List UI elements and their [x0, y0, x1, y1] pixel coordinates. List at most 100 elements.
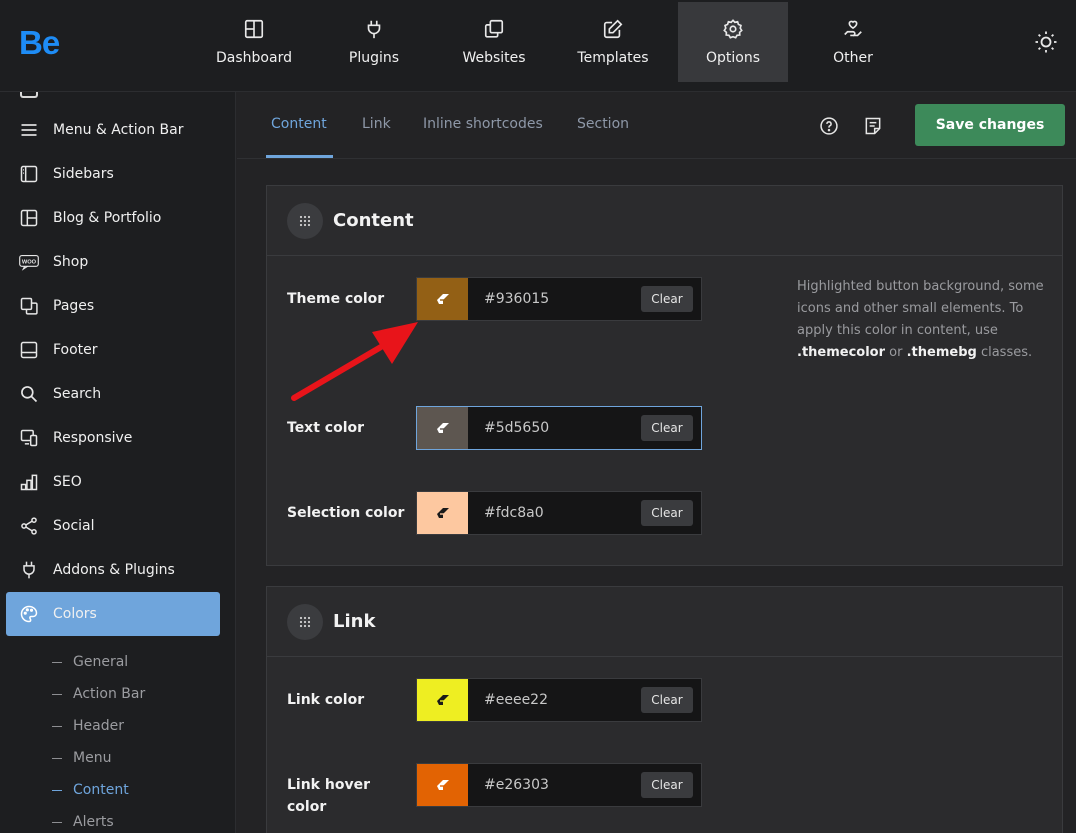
plug-icon: [18, 559, 40, 581]
menu-icon: [18, 119, 40, 141]
sidebar-item-seo[interactable]: SEO: [6, 460, 220, 504]
annotation-arrow: [291, 322, 418, 401]
eraser-icon: [436, 695, 449, 705]
subitem-label: Menu: [73, 750, 112, 766]
sidebar-item-label: Footer: [53, 342, 98, 358]
desc-text-end: classes.: [976, 345, 1033, 360]
nav-plugins[interactable]: Plugins: [319, 2, 429, 82]
sidebar-item-label: SEO: [53, 474, 82, 490]
sidebar-subitem-menu[interactable]: Menu: [52, 746, 111, 770]
link-hover-color-swatch[interactable]: [417, 764, 468, 806]
text-color-label: Text color: [287, 420, 365, 436]
text-color-clear-button[interactable]: Clear: [641, 415, 693, 441]
sidebar-item-addons-plugins[interactable]: Addons & Plugins: [6, 548, 220, 592]
share-icon: [18, 515, 40, 537]
nav-dashboard-label: Dashboard: [216, 50, 292, 66]
sidebar-item-responsive[interactable]: Responsive: [6, 416, 220, 460]
sidebar-item-pages[interactable]: Pages: [6, 284, 220, 328]
drag-handle-icon[interactable]: [287, 604, 323, 640]
eraser-icon: [436, 294, 449, 304]
tab-content[interactable]: Content: [271, 116, 327, 132]
text-color-field: Clear: [416, 406, 702, 450]
dash-marker: [52, 821, 62, 823]
help-icon[interactable]: [819, 116, 839, 136]
sidebar-item-menu-action-bar[interactable]: Menu & Action Bar: [6, 108, 220, 152]
template-icon: [603, 19, 623, 39]
nav-plugins-label: Plugins: [348, 50, 400, 66]
link-color-swatch[interactable]: [417, 679, 468, 721]
sidebar-subitem-content[interactable]: Content: [52, 778, 129, 802]
theme-color-clear-button[interactable]: Clear: [641, 286, 693, 312]
dash-marker: [52, 789, 62, 791]
notes-icon[interactable]: [863, 116, 883, 136]
nav-other-label: Other: [833, 50, 873, 66]
options-tab-header: Content Link Inline shortcodes Section S…: [237, 92, 1076, 159]
tab-section[interactable]: Section: [577, 116, 629, 132]
scrolled-item-icon: [20, 92, 38, 98]
active-tab-indicator: [266, 155, 333, 158]
link-panel: Link Link color Clear Link hover color C…: [266, 586, 1063, 833]
plug-icon: [367, 20, 381, 39]
sidebar-subitem-header[interactable]: Header: [52, 714, 124, 738]
desc-text-or: or: [885, 345, 907, 360]
selection-color-label: Selection color: [287, 505, 405, 521]
save-changes-button[interactable]: Save changes: [915, 104, 1065, 146]
selection-color-field: Clear: [416, 491, 702, 535]
dashboard-icon: [244, 19, 264, 39]
tab-link[interactable]: Link: [362, 116, 391, 132]
sidebar-item-search[interactable]: Search: [6, 372, 220, 416]
panel-header: Content: [267, 186, 1062, 256]
seo-icon: [18, 471, 40, 493]
pages-icon: [18, 295, 40, 317]
sidebar-item-sidebars[interactable]: Sidebars: [6, 152, 220, 196]
nav-options[interactable]: Options: [678, 2, 788, 82]
nav-websites-label: Websites: [462, 50, 526, 66]
panel-header: Link: [267, 587, 1062, 657]
nav-options-label: Options: [705, 50, 761, 66]
subitem-label: Header: [73, 718, 124, 734]
text-color-swatch[interactable]: [417, 407, 468, 449]
svg-text:WOO: WOO: [22, 259, 37, 265]
top-navigation-bar: Be Dashboard Plugins Websites Templates …: [0, 0, 1076, 92]
sidebar-item-label: Colors: [53, 606, 97, 622]
betheme-logo[interactable]: Be: [19, 24, 60, 62]
dash-marker: [52, 661, 62, 663]
sidebar-item-label: Shop: [53, 254, 89, 270]
nav-websites[interactable]: Websites: [439, 2, 549, 82]
subitem-label: Alerts: [73, 814, 114, 830]
search-icon: [18, 383, 40, 405]
sidebar-item-shop[interactable]: WOO Shop: [6, 240, 220, 284]
desc-class-themecolor: .themecolor: [797, 345, 886, 360]
nav-other[interactable]: Other: [798, 2, 908, 82]
link-color-clear-button[interactable]: Clear: [641, 687, 693, 713]
selection-color-clear-button[interactable]: Clear: [641, 500, 693, 526]
link-hover-color-clear-button[interactable]: Clear: [641, 772, 693, 798]
dash-marker: [52, 725, 62, 727]
panel-title: Link: [333, 611, 376, 632]
sidebar-item-label: Responsive: [53, 430, 133, 446]
selection-color-swatch[interactable]: [417, 492, 468, 534]
theme-color-label: Theme color: [287, 291, 385, 307]
desc-text: Highlighted button background, some icon…: [797, 279, 1044, 338]
theme-color-description: Highlighted button background, some icon…: [797, 276, 1057, 364]
nav-dashboard[interactable]: Dashboard: [199, 2, 309, 82]
sun-icon[interactable]: [1034, 30, 1058, 54]
nav-templates[interactable]: Templates: [558, 2, 668, 82]
subitem-label: General: [73, 654, 129, 670]
eraser-icon: [436, 508, 449, 518]
desc-class-themebg: .themebg: [906, 345, 977, 360]
sidebar-item-label: Sidebars: [53, 166, 114, 182]
sidebar-item-social[interactable]: Social: [6, 504, 220, 548]
tab-inline-shortcodes[interactable]: Inline shortcodes: [423, 116, 543, 132]
sidebar-subitem-general[interactable]: General: [52, 650, 128, 674]
subitem-label: Content: [73, 782, 129, 798]
eraser-icon: [436, 780, 449, 790]
sidebar-item-blog-portfolio[interactable]: Blog & Portfolio: [6, 196, 220, 240]
dash-marker: [52, 757, 62, 759]
drag-handle-icon[interactable]: [287, 203, 323, 239]
link-color-field: Clear: [416, 678, 702, 722]
sidebar-item-footer[interactable]: Footer: [6, 328, 220, 372]
sidebar-subitem-action-bar[interactable]: Action Bar: [52, 682, 145, 706]
sidebar-item-colors[interactable]: Colors: [6, 592, 220, 636]
sidebar-subitem-alerts[interactable]: Alerts: [52, 810, 114, 833]
